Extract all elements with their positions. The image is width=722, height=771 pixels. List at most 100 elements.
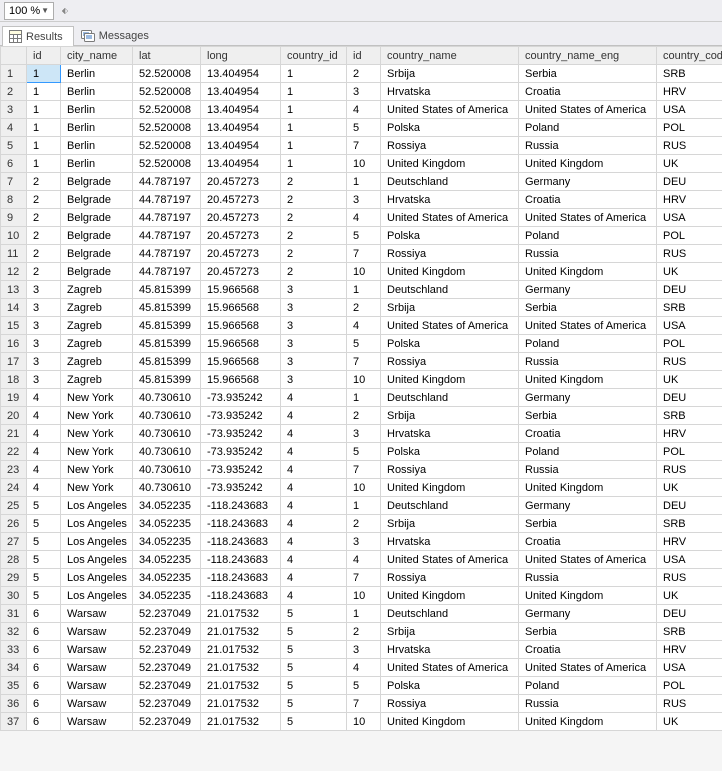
- row-number[interactable]: 21: [1, 425, 27, 443]
- cell-lat[interactable]: 45.815399: [133, 335, 201, 353]
- cell-country-eng[interactable]: Germany: [519, 497, 657, 515]
- cell-lat[interactable]: 52.237049: [133, 695, 201, 713]
- cell-id2[interactable]: 1: [347, 389, 381, 407]
- table-row[interactable]: 21Berlin52.52000813.40495413HrvatskaCroa…: [1, 83, 722, 101]
- cell-lat[interactable]: 52.520008: [133, 137, 201, 155]
- cell-country-name[interactable]: Hrvatska: [381, 83, 519, 101]
- cell-country-code[interactable]: UK: [657, 371, 722, 389]
- cell-id[interactable]: 5: [27, 497, 61, 515]
- cell-long[interactable]: 21.017532: [201, 695, 281, 713]
- cell-city[interactable]: Zagreb: [61, 281, 133, 299]
- cell-id[interactable]: 3: [27, 335, 61, 353]
- row-number[interactable]: 2: [1, 83, 27, 101]
- cell-long[interactable]: -118.243683: [201, 533, 281, 551]
- cell-id2[interactable]: 5: [347, 677, 381, 695]
- row-number[interactable]: 6: [1, 155, 27, 173]
- cell-long[interactable]: 13.404954: [201, 83, 281, 101]
- cell-id2[interactable]: 4: [347, 551, 381, 569]
- table-row[interactable]: 255Los Angeles34.052235-118.24368341Deut…: [1, 497, 722, 515]
- cell-country-id[interactable]: 5: [281, 641, 347, 659]
- cell-country-name[interactable]: United States of America: [381, 101, 519, 119]
- cell-country-id[interactable]: 4: [281, 443, 347, 461]
- cell-city[interactable]: New York: [61, 479, 133, 497]
- cell-country-code[interactable]: RUS: [657, 245, 722, 263]
- cell-long[interactable]: 21.017532: [201, 623, 281, 641]
- cell-long[interactable]: -73.935242: [201, 389, 281, 407]
- cell-long[interactable]: 13.404954: [201, 65, 281, 83]
- col-long[interactable]: long: [201, 47, 281, 65]
- cell-id[interactable]: 1: [27, 137, 61, 155]
- cell-country-code[interactable]: DEU: [657, 173, 722, 191]
- cell-country-id[interactable]: 1: [281, 155, 347, 173]
- cell-country-id[interactable]: 4: [281, 551, 347, 569]
- table-row[interactable]: 224New York40.730610-73.93524245PolskaPo…: [1, 443, 722, 461]
- cell-country-code[interactable]: HRV: [657, 425, 722, 443]
- cell-id[interactable]: 4: [27, 479, 61, 497]
- row-number[interactable]: 17: [1, 353, 27, 371]
- cell-long[interactable]: 21.017532: [201, 605, 281, 623]
- cell-lat[interactable]: 52.237049: [133, 713, 201, 731]
- cell-long[interactable]: 20.457273: [201, 191, 281, 209]
- cell-lat[interactable]: 40.730610: [133, 425, 201, 443]
- cell-id[interactable]: 6: [27, 641, 61, 659]
- cell-id[interactable]: 3: [27, 317, 61, 335]
- row-number[interactable]: 26: [1, 515, 27, 533]
- table-row[interactable]: 112Belgrade44.78719720.45727327RossiyaRu…: [1, 245, 722, 263]
- cell-city[interactable]: Belgrade: [61, 227, 133, 245]
- cell-country-name[interactable]: United States of America: [381, 317, 519, 335]
- cell-country-id[interactable]: 5: [281, 623, 347, 641]
- cell-country-eng[interactable]: Poland: [519, 119, 657, 137]
- cell-lat[interactable]: 52.237049: [133, 623, 201, 641]
- cell-country-eng[interactable]: United States of America: [519, 551, 657, 569]
- row-number[interactable]: 7: [1, 173, 27, 191]
- cell-id[interactable]: 4: [27, 443, 61, 461]
- col-id[interactable]: id: [27, 47, 61, 65]
- cell-id2[interactable]: 3: [347, 533, 381, 551]
- cell-country-name[interactable]: Srbija: [381, 515, 519, 533]
- cell-country-name[interactable]: Deutschland: [381, 497, 519, 515]
- cell-id[interactable]: 5: [27, 587, 61, 605]
- cell-long[interactable]: 21.017532: [201, 713, 281, 731]
- cell-lat[interactable]: 52.520008: [133, 119, 201, 137]
- cell-lat[interactable]: 52.520008: [133, 101, 201, 119]
- cell-lat[interactable]: 52.237049: [133, 659, 201, 677]
- cell-country-eng[interactable]: United Kingdom: [519, 371, 657, 389]
- cell-long[interactable]: 15.966568: [201, 281, 281, 299]
- cell-country-id[interactable]: 1: [281, 137, 347, 155]
- cell-lat[interactable]: 45.815399: [133, 281, 201, 299]
- cell-country-eng[interactable]: Croatia: [519, 641, 657, 659]
- cell-id2[interactable]: 1: [347, 281, 381, 299]
- cell-city[interactable]: Belgrade: [61, 173, 133, 191]
- cell-city[interactable]: Berlin: [61, 65, 133, 83]
- cell-country-code[interactable]: POL: [657, 335, 722, 353]
- cell-id2[interactable]: 7: [347, 245, 381, 263]
- table-row[interactable]: 214New York40.730610-73.93524243Hrvatska…: [1, 425, 722, 443]
- cell-id[interactable]: 1: [27, 101, 61, 119]
- row-number[interactable]: 8: [1, 191, 27, 209]
- cell-city[interactable]: Zagreb: [61, 299, 133, 317]
- results-table[interactable]: id city_name lat long country_id id coun…: [0, 46, 722, 731]
- cell-long[interactable]: -73.935242: [201, 407, 281, 425]
- cell-country-id[interactable]: 4: [281, 497, 347, 515]
- cell-lat[interactable]: 40.730610: [133, 443, 201, 461]
- col-id2[interactable]: id: [347, 47, 381, 65]
- tab-results[interactable]: Results: [2, 26, 74, 46]
- row-number[interactable]: 3: [1, 101, 27, 119]
- cell-lat[interactable]: 45.815399: [133, 353, 201, 371]
- row-number[interactable]: 31: [1, 605, 27, 623]
- table-row[interactable]: 346Warsaw52.23704921.01753254United Stat…: [1, 659, 722, 677]
- cell-lat[interactable]: 52.520008: [133, 65, 201, 83]
- cell-country-name[interactable]: Polska: [381, 335, 519, 353]
- cell-lat[interactable]: 40.730610: [133, 461, 201, 479]
- cell-country-id[interactable]: 1: [281, 83, 347, 101]
- cell-id2[interactable]: 3: [347, 191, 381, 209]
- cell-id2[interactable]: 3: [347, 83, 381, 101]
- cell-country-code[interactable]: DEU: [657, 497, 722, 515]
- cell-country-eng[interactable]: Russia: [519, 569, 657, 587]
- cell-country-eng[interactable]: Serbia: [519, 623, 657, 641]
- cell-country-code[interactable]: RUS: [657, 353, 722, 371]
- cell-country-code[interactable]: DEU: [657, 605, 722, 623]
- cell-country-id[interactable]: 3: [281, 299, 347, 317]
- cell-country-eng[interactable]: Croatia: [519, 83, 657, 101]
- row-number[interactable]: 14: [1, 299, 27, 317]
